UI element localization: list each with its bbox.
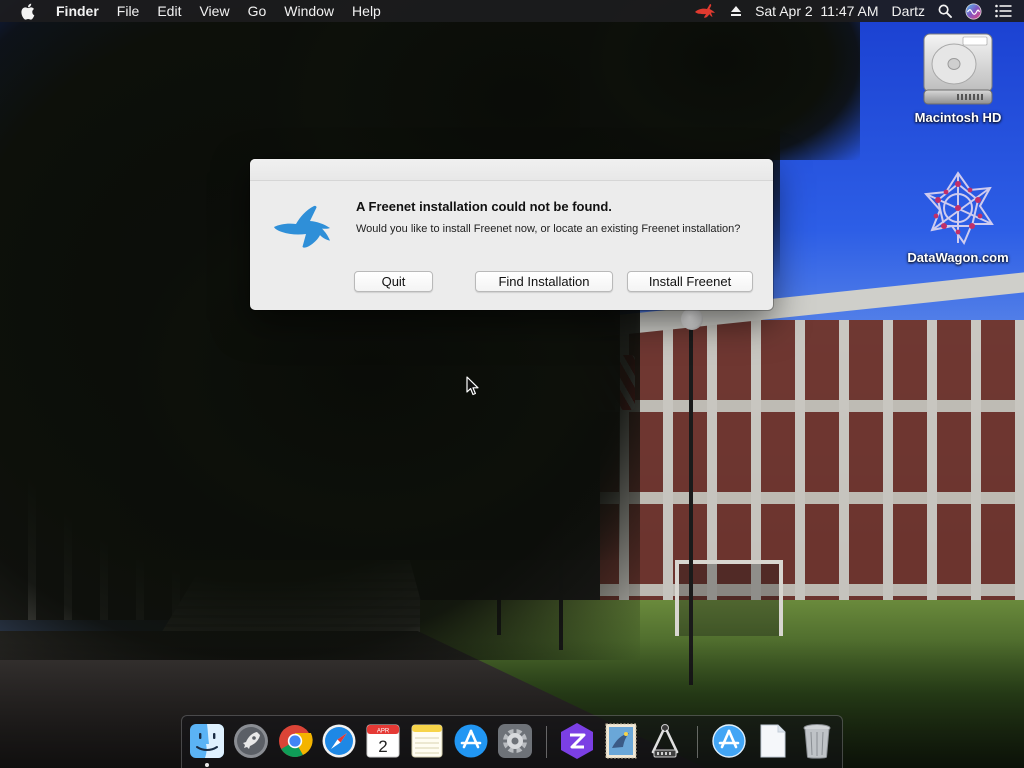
hard-drive-icon [920,30,996,106]
find-installation-button[interactable]: Find Installation [475,271,613,292]
dock-notes[interactable] [408,721,446,761]
menu-app-name[interactable]: Finder [50,0,108,22]
documents-folder-icon [760,724,786,758]
mouse-cursor-icon [466,376,480,396]
dock-documents-stack[interactable] [754,721,792,761]
dock-separator [546,726,547,758]
freenet-alert-dialog: A Freenet installation could not be foun… [250,159,773,310]
zeplin-icon [561,723,593,759]
dialog-titlebar[interactable] [250,159,773,181]
calendar-day: 2 [378,737,387,756]
menu-help[interactable]: Help [343,0,390,22]
desktop-icon-macintosh-hd[interactable]: Macintosh HD [898,30,1018,125]
dock: APR 2 [181,715,843,768]
running-indicator [205,763,209,767]
dock-instruments[interactable] [646,721,684,761]
menu-window[interactable]: Window [275,0,343,22]
dialog-message: Would you like to install Freenet now, o… [356,223,741,235]
dock-system-preferences[interactable] [496,721,534,761]
desktop-icon-label: DataWagon.com [907,250,1009,265]
notes-icon [411,724,443,758]
dock-separator [697,726,698,758]
safari-icon [322,724,356,758]
menu-view[interactable]: View [190,0,238,22]
notification-center-icon[interactable] [995,4,1012,18]
spotlight-search-icon[interactable] [938,4,952,18]
menu-file[interactable]: File [108,0,149,22]
dock-safari[interactable] [320,721,358,761]
menu-bar: Finder File Edit View Go Window Help Sat… [0,0,1024,22]
calendar-month: APR [377,729,390,735]
dock-zeplin[interactable] [558,721,596,761]
siri-icon[interactable] [965,3,982,20]
app-store-downloads-icon [712,724,746,758]
menubar-clock[interactable]: Sat Apr 2 11:47 AM [755,0,878,22]
dock-app-store[interactable] [452,721,490,761]
dock-finder[interactable] [188,721,226,761]
dialog-title: A Freenet installation could not be foun… [356,199,612,214]
system-preferences-icon [498,724,532,758]
desktop-wallpaper [0,0,1024,768]
eject-icon[interactable] [730,5,742,17]
dock-trash[interactable] [798,721,836,761]
finder-icon [190,724,224,758]
trash-icon [803,724,831,759]
dock-mail[interactable] [602,721,640,761]
menu-edit[interactable]: Edit [148,0,190,22]
quit-button[interactable]: Quit [354,271,433,292]
apple-logo-icon[interactable] [20,3,36,20]
datawagon-logo-icon [920,170,996,246]
calendar-icon: APR 2 [366,724,400,758]
freenet-rabbit-icon[interactable] [693,3,717,19]
chrome-icon [279,725,313,758]
dock-calendar[interactable]: APR 2 [364,721,402,761]
dock-chrome[interactable] [276,721,314,761]
desktop-icon-datawagon[interactable]: DataWagon.com [898,170,1018,265]
desktop-icon-label: Macintosh HD [914,110,1002,125]
dock-launchpad[interactable] [232,721,270,761]
freenet-rabbit-icon [272,203,338,251]
xcode-instruments-icon [651,724,679,758]
app-store-icon [454,724,488,758]
menu-go[interactable]: Go [239,0,276,22]
launchpad-icon [234,724,268,758]
dock-downloads-stack[interactable] [710,721,748,761]
mail-stamp-icon [605,723,637,759]
menubar-user-name[interactable]: Dartz [892,0,925,22]
install-freenet-button[interactable]: Install Freenet [627,271,753,292]
